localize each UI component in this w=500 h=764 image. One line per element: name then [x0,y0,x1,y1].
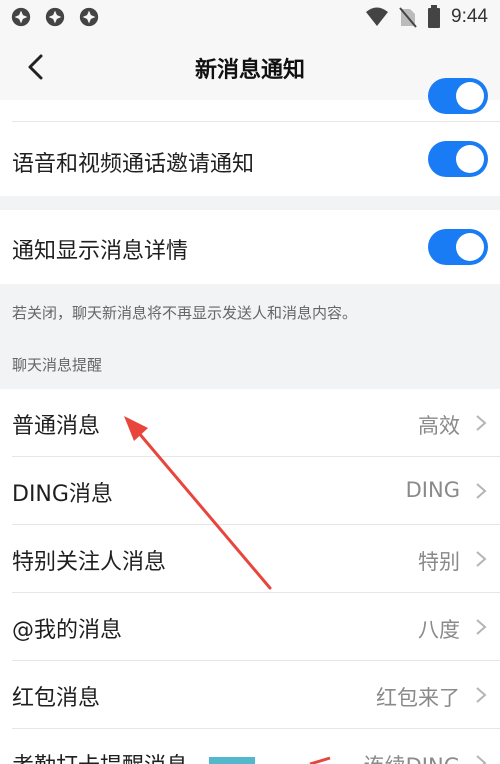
chevron-right-icon [476,755,487,764]
list-item-label: DING消息 [12,482,113,507]
list-item-label: 红包消息 [12,686,101,711]
show-details-label: 通知显示消息详情 [12,239,189,264]
section-header: 聊天消息提醒 [12,356,103,374]
nav-bar: 新消息通知 [0,34,500,100]
chevron-right-icon [476,483,487,499]
chevron-right-icon [476,687,487,703]
list-item-ding-message[interactable]: DING消息 DING [0,457,500,525]
list-item-value: 八度 [418,618,460,642]
voice-video-invite-toggle[interactable] [428,141,488,177]
list-item-red-packet[interactable]: 红包消息 红包来了 [0,661,500,729]
list-item-value: 特别 [418,550,460,574]
wifi-icon [366,7,389,26]
no-sim-icon [399,7,417,28]
clock: 9:44 [451,6,488,27]
previous-setting-row [0,78,500,122]
status-bar: 9:44 [0,0,500,34]
list-item-value: 高效 [418,414,460,438]
voice-video-invite-row[interactable]: 语音和视频通话邀请通知 [0,122,500,196]
app-notification-icon [45,7,65,27]
previous-setting-toggle[interactable] [428,78,488,114]
list-item-special-attention[interactable]: 特别关注人消息 特别 [0,525,500,593]
toggle-knob [456,82,484,110]
chevron-right-icon [476,619,487,635]
list-item-label: 普通消息 [12,414,101,439]
notification-icons [10,6,100,28]
toggle-knob [456,145,484,173]
system-icons: 9:44 [365,5,488,29]
list-item-normal-message[interactable]: 普通消息 高效 [0,389,500,457]
list-item-attendance-reminder[interactable]: 考勤打卡提醒消息 连续DING [0,729,500,764]
show-details-toggle[interactable] [428,229,488,265]
chevron-right-icon [476,551,487,567]
list-item-value: DING [405,478,460,502]
show-details-row[interactable]: 通知显示消息详情 [0,210,500,284]
app-notification-icon [79,7,99,27]
voice-video-invite-label: 语音和视频通话邀请通知 [12,152,255,177]
list-item-value: 红包来了 [376,686,460,710]
chevron-right-icon [476,415,487,431]
list-item-value: 连续DING [364,750,460,764]
toggle-knob [456,233,484,261]
show-details-hint: 若关闭，聊天新消息将不再显示发送人和消息内容。 [12,304,358,322]
list-item-label: 考勤打卡提醒消息 [12,748,188,764]
list-item-label: 特别关注人消息 [12,550,167,575]
battery-icon [428,5,441,28]
page-title: 新消息通知 [194,58,305,83]
list-item-mention-message[interactable]: @我的消息 八度 [0,593,500,661]
list-item-label: @我的消息 [12,618,123,643]
app-notification-icon [11,7,31,27]
